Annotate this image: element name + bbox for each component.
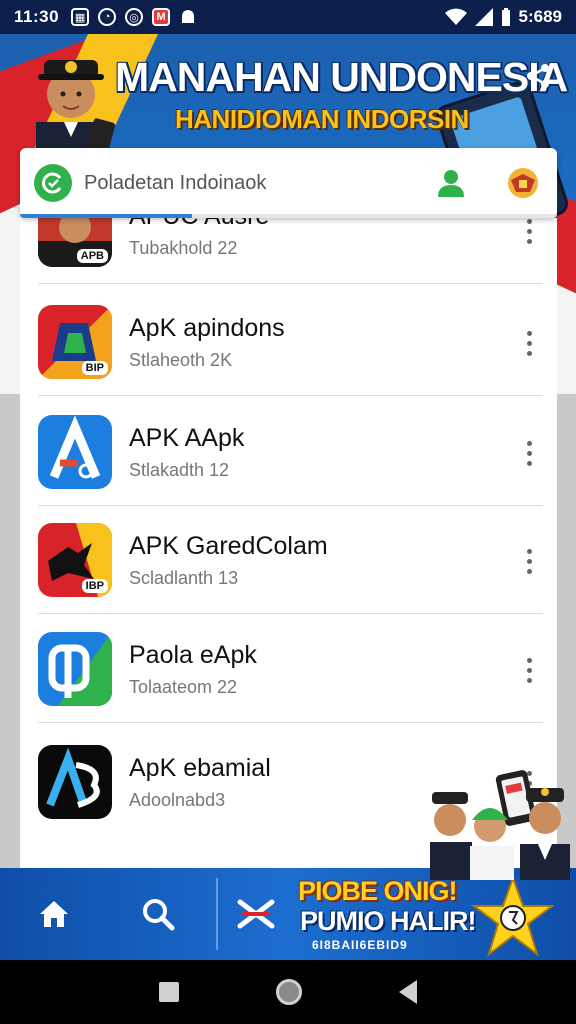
- p-logo-app-icon: [38, 632, 112, 706]
- promo-code: 6I8BAII6EBID9: [312, 938, 408, 952]
- signal-icon: [474, 8, 493, 26]
- list-divider: [38, 722, 543, 723]
- profile-button[interactable]: [431, 163, 471, 203]
- search-bar[interactable]: Poladetan Indoinaok: [20, 148, 557, 218]
- bottom-bar-divider: [216, 878, 218, 950]
- share-button[interactable]: [518, 56, 558, 96]
- share-icon: [527, 64, 549, 88]
- app-list-item[interactable]: IBP APK GaredColam Scladlanth 13: [20, 506, 557, 614]
- app-name: APK AApk: [129, 424, 245, 452]
- nav-search-button[interactable]: [140, 896, 176, 932]
- app-subtitle: Adoolnabd3: [129, 790, 226, 810]
- search-icon: [143, 899, 175, 931]
- app-icon-badge-text: APB: [76, 249, 108, 263]
- list-divider: [38, 283, 543, 284]
- more-vert-icon: [526, 657, 532, 663]
- more-options-button[interactable]: [523, 655, 535, 685]
- status-right: 5:689: [444, 7, 562, 27]
- garuda-emblem-icon: [508, 168, 538, 198]
- more-vert-icon: [526, 330, 532, 336]
- officer-app-icon: APB: [38, 218, 112, 267]
- app-list-item[interactable]: APB APUC Ausre Tubakhold 22: [20, 218, 557, 284]
- status-bar: 11:30 ▦ ◔ ◎ M 5:689: [0, 0, 576, 34]
- bottom-promo-bar: PIOBE ONIG! PUMIO HALIR! 6I8BAII6EBID9: [0, 868, 576, 960]
- ab-logo-app-icon: [38, 745, 112, 819]
- banner-subtitle: HANIDIOMAN INDORSIN: [175, 104, 469, 134]
- app-subtitle: Stlaheoth 2K: [129, 350, 233, 370]
- app-subtitle: Tubakhold 22: [129, 238, 238, 258]
- whatsapp-icon: ◔: [98, 8, 117, 26]
- search-input[interactable]: Poladetan Indoinaok: [84, 172, 266, 195]
- eagle-app-icon: IBP: [38, 523, 112, 597]
- app-subtitle: Scladlanth 13: [129, 568, 239, 588]
- more-options-button[interactable]: [523, 328, 535, 358]
- system-navigation-bar: [0, 960, 576, 1024]
- more-options-button[interactable]: [523, 546, 535, 576]
- app-icon-badge-text: IBP: [81, 579, 108, 593]
- home-system-button[interactable]: [275, 979, 302, 1005]
- officer-avatar-illustration: [36, 60, 116, 152]
- promo-headline-1[interactable]: PIOBE ONIG!: [298, 876, 458, 907]
- app-name: APK GaredColam: [129, 532, 328, 560]
- status-clock-right: 5:689: [518, 7, 562, 26]
- promo-headline-2[interactable]: PUMIO HALIR!: [300, 906, 476, 937]
- more-options-button[interactable]: [523, 438, 535, 468]
- calendar-icon: ▦: [71, 8, 90, 26]
- more-vert-icon: [526, 440, 532, 446]
- list-divider: [38, 395, 543, 396]
- banner-title: MANAHAN UNDONESIA: [115, 54, 568, 100]
- battery-icon: [501, 8, 510, 26]
- android-icon: [179, 8, 197, 26]
- app-icon-badge-text: BIP: [81, 361, 108, 375]
- garuda-emblem-button[interactable]: [503, 163, 543, 203]
- sparkle-x-icon: [237, 899, 275, 929]
- a-logo-app-icon: [38, 415, 112, 489]
- wifi-icon: [444, 8, 467, 25]
- app-name: Paola eApk: [129, 641, 257, 669]
- gmail-icon: M: [152, 8, 171, 26]
- recent-apps-button[interactable]: [158, 982, 179, 1002]
- more-options-button[interactable]: [523, 218, 535, 246]
- home-icon: [40, 901, 68, 927]
- app-name: ApK ebamial: [129, 754, 271, 782]
- list-divider: [38, 613, 543, 614]
- app-name: ApK apindons: [129, 314, 285, 342]
- user-icon: [438, 170, 464, 197]
- more-vert-icon: [526, 218, 532, 224]
- garuda-app-icon: BIP: [38, 305, 112, 379]
- status-time: 11:30: [14, 7, 60, 26]
- app-list-item[interactable]: BIP ApK apindons Stlaheoth 2K: [20, 288, 557, 396]
- chrome-icon: ◎: [125, 8, 144, 26]
- app-logo-icon: [34, 164, 72, 202]
- nav-home-button[interactable]: [36, 896, 72, 932]
- promo-people-illustration: [430, 770, 570, 880]
- app-subtitle: Tolaateom 22: [129, 677, 238, 697]
- back-button[interactable]: [399, 980, 418, 1004]
- app-list-item[interactable]: APK AApk Stlakadth 12: [20, 398, 557, 506]
- app-name: APUC Ausre: [129, 218, 269, 231]
- notification-icons: ▦ ◔ ◎ M: [71, 8, 197, 26]
- loading-progress-bar: [20, 214, 557, 218]
- app-subtitle: Stlakadth 12: [129, 460, 230, 480]
- app-list-item[interactable]: Paola eApk Tolaateom 22: [20, 615, 557, 723]
- more-vert-icon: [526, 548, 532, 554]
- star-badge-icon: [472, 876, 554, 957]
